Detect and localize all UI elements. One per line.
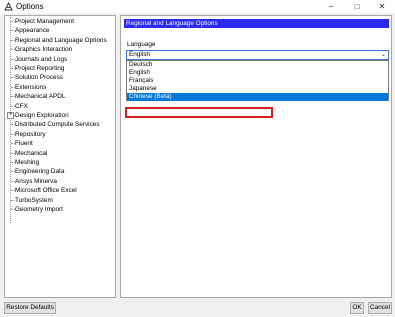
tree-item-engineering-data[interactable]: Engineering Data bbox=[15, 167, 64, 176]
minimize-button[interactable]: – bbox=[318, 0, 344, 13]
language-combobox-value: English bbox=[129, 51, 150, 58]
tree-item-design-exploration[interactable]: Design Exploration bbox=[15, 111, 69, 120]
tree-connector-line bbox=[10, 17, 11, 223]
tree-item-solution-process[interactable]: Solution Process bbox=[15, 73, 63, 82]
tree-item-journals-and-logs[interactable]: Journals and Logs bbox=[15, 55, 67, 64]
tree-item-cfx[interactable]: CFX bbox=[15, 102, 28, 111]
tree-item-graphics-interaction[interactable]: Graphics Interaction bbox=[15, 45, 72, 54]
tree-item-mechanical-apdl[interactable]: Mechanical APDL bbox=[15, 92, 65, 101]
tree-item-extensions[interactable]: Extensions bbox=[15, 83, 46, 92]
language-option-chinese-beta[interactable]: Chinese (Beta) bbox=[127, 93, 388, 101]
language-option-english[interactable]: English bbox=[127, 69, 388, 77]
tree-item-project-reporting[interactable]: Project Reporting bbox=[15, 64, 64, 73]
ansys-app-icon bbox=[4, 2, 13, 11]
annotation-highlight-box bbox=[125, 107, 273, 118]
title-bar: Options – □ ✕ bbox=[0, 0, 395, 13]
window-title: Options bbox=[16, 2, 44, 11]
language-option-francais[interactable]: Français bbox=[127, 77, 388, 85]
ok-button[interactable]: OK bbox=[350, 302, 364, 314]
tree-item-regional-and-language-options[interactable]: Regional and Language Options bbox=[15, 36, 107, 45]
chevron-down-icon[interactable]: ⌄ bbox=[381, 51, 386, 59]
options-tree[interactable]: Project Management Appearance Regional and… bbox=[4, 15, 116, 298]
options-content-panel: Regional and Language Options Language E… bbox=[120, 15, 392, 298]
tree-item-meshing[interactable]: Meshing bbox=[15, 158, 39, 167]
tree-item-mechanical[interactable]: Mechanical bbox=[15, 149, 47, 158]
restore-defaults-button[interactable]: Restore Defaults bbox=[4, 302, 56, 314]
tree-item-microsoft-office-excel[interactable]: Microsoft Office Excel bbox=[15, 186, 77, 195]
tree-item-turbosystem[interactable]: TurboSystem bbox=[15, 196, 53, 205]
maximize-button[interactable]: □ bbox=[344, 0, 370, 13]
section-header: Regional and Language Options bbox=[124, 19, 389, 28]
close-button[interactable]: ✕ bbox=[369, 0, 395, 13]
tree-item-appearance[interactable]: Appearance bbox=[15, 26, 49, 35]
tree-item-ansys-minerva[interactable]: Ansys Minerva bbox=[15, 177, 57, 186]
tree-item-project-management[interactable]: Project Management bbox=[15, 17, 74, 26]
tree-item-distributed-compute-services[interactable]: Distributed Compute Services bbox=[15, 120, 100, 129]
tree-item-repository[interactable]: Repository bbox=[15, 130, 46, 139]
language-option-deutsch[interactable]: Deutsch bbox=[127, 61, 388, 69]
tree-item-fluent[interactable]: Fluent bbox=[15, 139, 33, 148]
tree-item-geometry-import[interactable]: Geometry Import bbox=[15, 205, 63, 214]
language-label: Language bbox=[127, 41, 156, 48]
language-combobox[interactable]: English ⌄ bbox=[126, 50, 389, 60]
language-dropdown-list[interactable]: Deutsch English Français Japanese Chines… bbox=[126, 60, 389, 101]
language-option-japanese[interactable]: Japanese bbox=[127, 85, 388, 93]
expand-icon[interactable]: + bbox=[7, 112, 14, 119]
cancel-button[interactable]: Cancel bbox=[368, 302, 392, 314]
